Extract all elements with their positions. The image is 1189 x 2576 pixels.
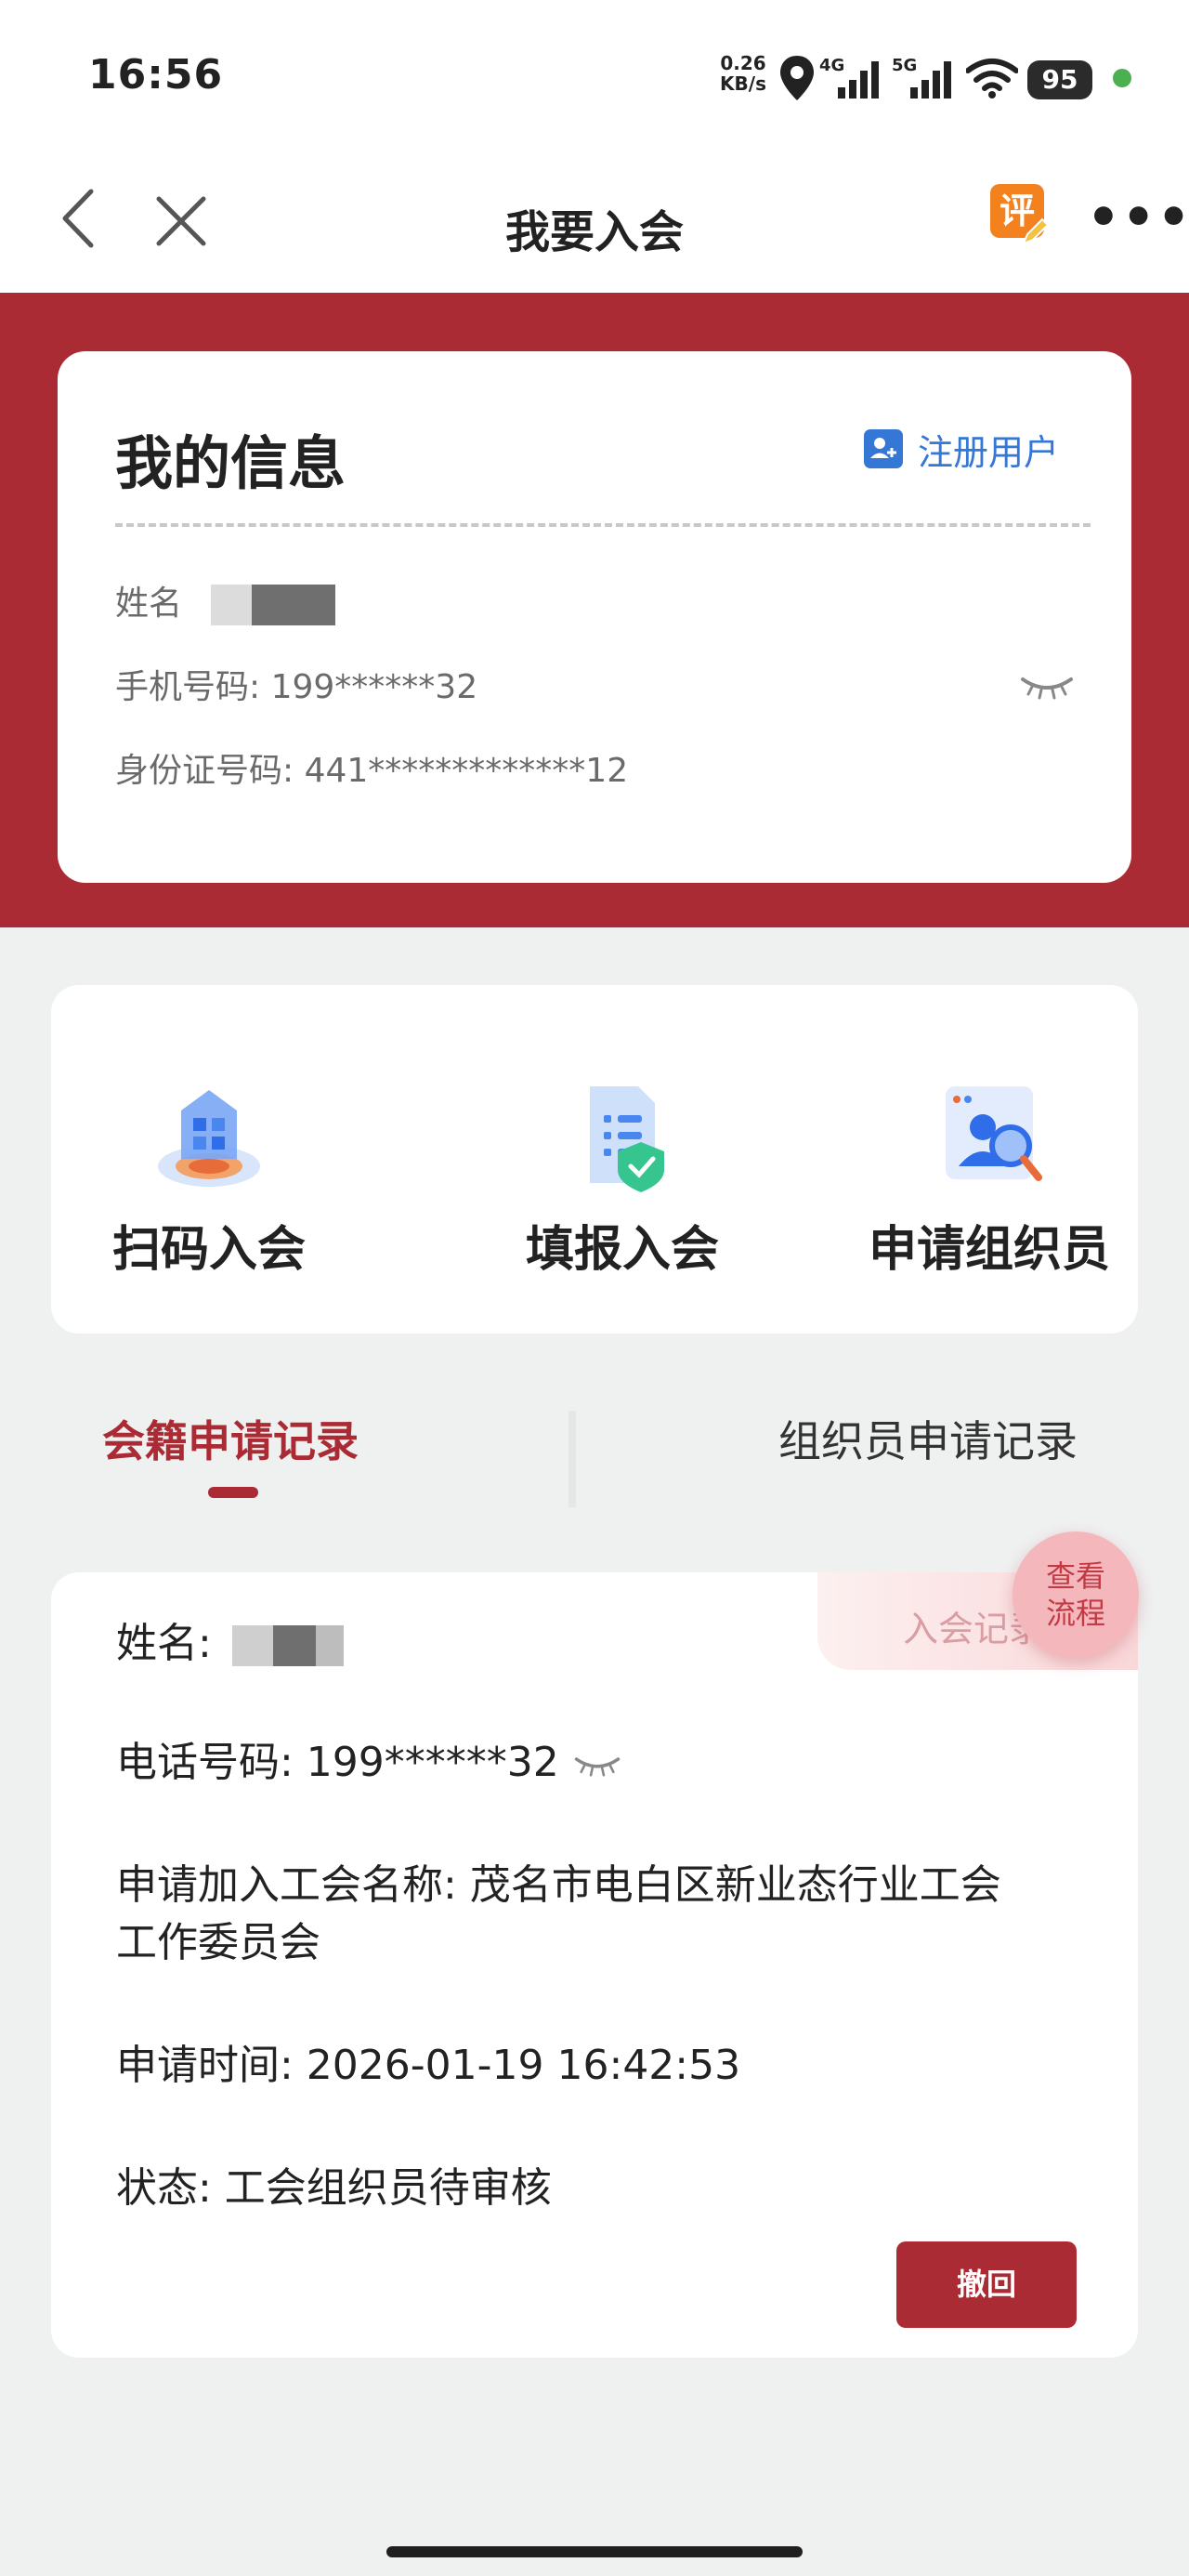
record-name-row: 姓名: — [116, 1610, 344, 1669]
network-speed: 0.26 KB/s — [715, 53, 771, 94]
privacy-dot — [1113, 69, 1131, 87]
tab-divider — [568, 1411, 576, 1507]
info-divider — [115, 523, 1091, 527]
withdraw-button[interactable]: 撤回 — [896, 2241, 1077, 2328]
record-union-name-line2: 工作委员会 — [116, 1919, 320, 1966]
nav-bar: 我要入会 评 ••• — [0, 158, 1189, 293]
scan-join-button[interactable]: 扫码入会 — [51, 1073, 367, 1280]
add-user-icon — [864, 429, 903, 468]
record-name-redaction — [231, 1625, 273, 1666]
record-union-name-line1: 申请加入工会名称: 茂名市电白区新业态行业工会 — [116, 1861, 1001, 1909]
register-user-label: 注册用户 — [918, 431, 1060, 473]
organizer-apply-label: 申请组织员 — [868, 1222, 1110, 1278]
organizer-apply-icon — [920, 1073, 1059, 1199]
status-time: 16:56 — [88, 51, 224, 99]
form-join-label: 填报入会 — [525, 1222, 719, 1278]
form-join-button[interactable]: 填报入会 — [464, 1073, 780, 1280]
svg-text:4G: 4G — [819, 56, 844, 75]
signal-5g-icon: 5G — [892, 56, 951, 99]
view-flow-label: 查看流程 — [1045, 1558, 1105, 1631]
network-speed-unit: KB/s — [720, 72, 766, 95]
record-name-redaction-dark — [272, 1625, 316, 1666]
record-apply-time: 申请时间: 2026-01-19 16:42:53 — [116, 2042, 741, 2089]
record-phone: 电话号码: 199******32 — [116, 1739, 559, 1786]
more-icon[interactable]: ••• — [1087, 192, 1189, 244]
scan-join-label: 扫码入会 — [111, 1222, 306, 1278]
view-flow-button[interactable]: 查看流程 — [1013, 1531, 1139, 1658]
info-id-number: 身份证号码: 441*************12 — [115, 752, 629, 790]
pen-icon — [1022, 217, 1050, 245]
membership-record-card: 入会记录 姓名: 电话号码: 199******32 申请加入工会名称: 茂名市… — [51, 1572, 1138, 2358]
info-name-label: 姓名 — [115, 585, 183, 623]
network-speed-value: 0.26 — [720, 52, 766, 74]
form-join-icon — [553, 1073, 692, 1199]
record-phone-row: 电话号码: 199******32 — [116, 1728, 622, 1788]
svg-text:5G: 5G — [892, 56, 917, 75]
record-name-redaction-light — [315, 1625, 344, 1666]
join-actions-card: 扫码入会 填报入会 申请组织员 — [51, 985, 1138, 1334]
my-info-title: 我的信息 — [115, 429, 346, 497]
battery-indicator: 95 — [1027, 60, 1092, 99]
tab-membership-records[interactable]: 会籍申请记录 — [102, 1408, 359, 1469]
tab-active-indicator — [208, 1487, 258, 1498]
organizer-apply-button[interactable]: 申请组织员 — [831, 1073, 1147, 1280]
info-phone: 手机号码: 199******32 — [115, 668, 478, 706]
info-name-row: 姓名 — [115, 576, 336, 625]
status-bar: 16:56 0.26 KB/s 4G 5G 95 — [0, 0, 1189, 158]
home-indicator[interactable] — [386, 2546, 803, 2557]
name-redaction — [211, 585, 253, 625]
my-info-card: 我的信息 注册用户 姓名 手机号码: 199******32 身份证号码: 44… — [58, 351, 1131, 883]
register-user-link[interactable]: 注册用户 — [864, 426, 1060, 473]
eye-closed-icon[interactable] — [572, 1753, 622, 1777]
location-icon — [780, 56, 814, 100]
wifi-icon — [966, 59, 1018, 99]
signal-4g-icon: 4G — [819, 56, 879, 99]
scan-join-icon — [139, 1073, 279, 1199]
eye-closed-icon[interactable] — [1019, 672, 1075, 700]
record-name-label: 姓名: — [116, 1620, 212, 1667]
tab-organizer-records[interactable]: 组织员申请记录 — [778, 1408, 1078, 1469]
name-redaction-dark — [252, 585, 336, 625]
record-status: 状态: 工会组织员待审核 — [116, 2164, 552, 2212]
